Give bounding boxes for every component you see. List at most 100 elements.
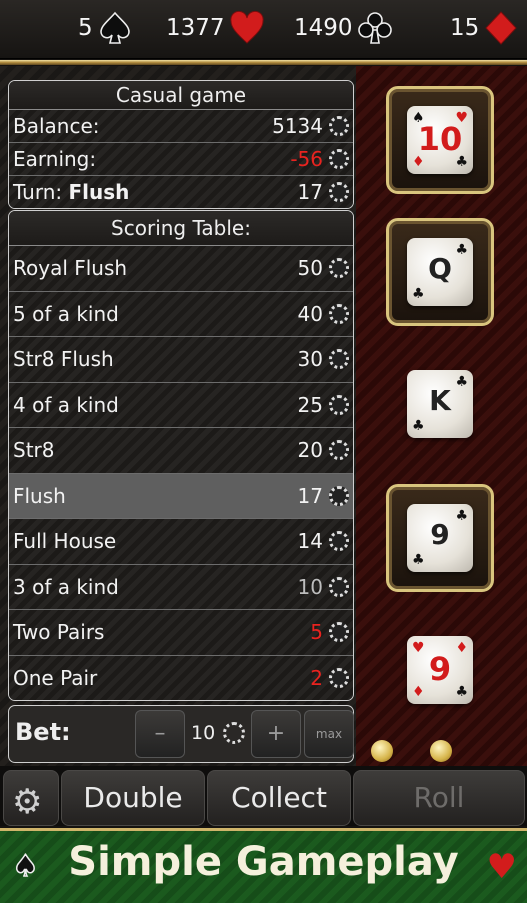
spade-count: 5 (78, 10, 133, 46)
scoring-table: Scoring Table: Royal Flush 50 5 of a kin… (8, 210, 354, 701)
chip-icon (329, 303, 349, 324)
banner-title: Simple Gameplay (68, 839, 459, 885)
roll-counter-coin (371, 740, 393, 762)
score-row: 4 of a kind 25 (9, 382, 353, 428)
score-row: 5 of a kind 40 (9, 291, 353, 337)
hand-name: Royal Flush (13, 256, 128, 280)
score-row: 3 of a kind 10 (9, 564, 353, 610)
heart-count: 1377 (166, 10, 265, 46)
club-pip-icon: ♣ (412, 286, 425, 302)
chip-icon (329, 116, 349, 136)
score-row: Two Pairs 5 (9, 610, 353, 656)
collect-button[interactable]: Collect (207, 770, 351, 826)
game-info-panel: Casual game Balance: 5134 Earning: -56 T… (8, 80, 354, 209)
hand-name: Str8 (13, 438, 55, 462)
action-bar: ⚙ Double Collect Roll (0, 766, 527, 826)
hand-points: 17 (297, 483, 323, 508)
hand-name: Str8 Flush (13, 347, 114, 371)
footer-banner: ♠ Simple Gameplay ♥ (0, 828, 527, 903)
hand-name: Full House (13, 529, 117, 553)
hand-name: Flush (13, 483, 66, 508)
turn-row: Turn: Flush 17 (9, 176, 353, 208)
score-row: Full House 14 (9, 519, 353, 565)
diamond-pip-icon: ♦ (412, 154, 425, 170)
club-count: 1490 (294, 10, 393, 46)
hand-points: 2 (310, 665, 323, 690)
die-2[interactable]: ♣ Q ♣ (407, 238, 473, 306)
hand-points: 14 (297, 529, 323, 553)
chip-icon (329, 149, 349, 169)
score-row: Str8 Flush 30 (9, 337, 353, 383)
die-face: 9 (428, 650, 452, 688)
die-face: Q (428, 252, 452, 285)
hand-points: 25 (297, 392, 323, 417)
game-mode-title: Casual game (9, 81, 353, 110)
club-pip-icon: ♣ (455, 684, 468, 700)
chip-icon (329, 182, 349, 202)
hand-points: 10 (297, 574, 323, 599)
hand-points: 20 (297, 438, 323, 462)
bet-increase-button[interactable]: + (251, 710, 301, 758)
bet-label: Bet: (15, 718, 71, 746)
chip-icon (329, 485, 349, 506)
earning-value: -56 (290, 147, 323, 171)
chip-icon (329, 622, 349, 643)
die-1[interactable]: ♠ ♥ 10 ♦ ♣ (407, 106, 473, 174)
hand-name: Two Pairs (13, 620, 105, 644)
chip-icon (329, 394, 349, 415)
hand-points: 40 (297, 301, 323, 326)
roll-button[interactable]: Roll (353, 770, 525, 826)
chip-icon (223, 722, 245, 744)
diamond-pip-icon: ♦ (412, 684, 425, 700)
chip-icon (329, 576, 349, 597)
gear-icon: ⚙ (12, 782, 43, 822)
gold-divider (0, 60, 527, 65)
scoring-table-title: Scoring Table: (9, 211, 353, 246)
chip-icon (329, 667, 349, 688)
balance-value: 5134 (272, 114, 323, 138)
hand-name: 5 of a kind (13, 301, 119, 326)
roll-counter-coin (430, 740, 452, 762)
diamond-icon (485, 11, 517, 45)
earning-label: Earning: (13, 147, 97, 171)
chip-icon (329, 440, 349, 461)
double-button[interactable]: Double (61, 770, 205, 826)
die-face: 9 (430, 518, 450, 551)
score-row-current: Flush 17 (9, 473, 353, 519)
score-row: Royal Flush 50 (9, 246, 353, 292)
top-stats-bar: 5 1377 1490 15 (0, 0, 527, 59)
heart-icon: ♥ (486, 847, 517, 887)
settings-button[interactable]: ⚙ (3, 770, 59, 826)
hand-points: 30 (297, 347, 323, 371)
chip-icon (329, 531, 349, 552)
balance-row: Balance: 5134 (9, 110, 353, 143)
turn-label: Turn: (13, 180, 63, 204)
bet-decrease-button[interactable]: – (135, 710, 185, 758)
earning-row: Earning: -56 (9, 143, 353, 176)
spade-icon (99, 11, 130, 44)
bet-value: 10 (191, 722, 216, 744)
chip-icon (329, 349, 349, 370)
bet-max-button[interactable]: max (304, 710, 354, 758)
diamond-count: 15 (450, 10, 519, 46)
bet-controls: Bet: – 10 + max (8, 705, 354, 763)
club-pip-icon: ♣ (455, 154, 468, 170)
hand-name: 4 of a kind (13, 392, 119, 417)
die-5[interactable]: ♥ ♦ 9 ♦ ♣ (407, 636, 473, 704)
hand-points: 50 (297, 256, 323, 280)
heart-icon (229, 10, 264, 44)
turn-hand: Flush (68, 180, 130, 204)
balance-label: Balance: (13, 114, 100, 138)
die-3[interactable]: ♣ K ♣ (407, 370, 473, 438)
club-pip-icon: ♣ (412, 552, 425, 568)
club-icon (357, 12, 392, 44)
hand-name: One Pair (13, 665, 98, 690)
die-face: 10 (417, 120, 463, 158)
hand-points: 5 (310, 620, 323, 644)
die-4[interactable]: ♣ 9 ♣ (407, 504, 473, 572)
die-face: K (429, 384, 451, 417)
club-pip-icon: ♣ (412, 418, 425, 434)
score-row: Str8 20 (9, 428, 353, 474)
chip-icon (329, 258, 349, 279)
hand-name: 3 of a kind (13, 574, 119, 599)
